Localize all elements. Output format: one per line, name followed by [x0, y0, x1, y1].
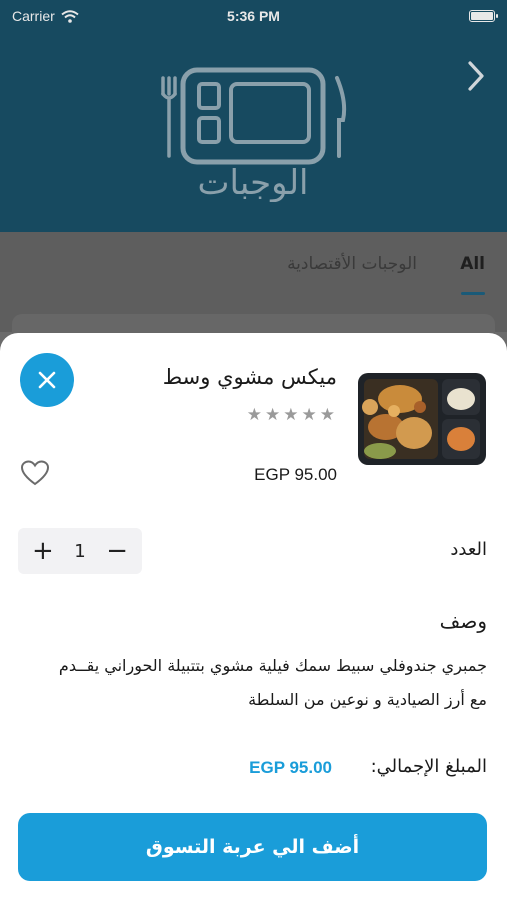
quantity-stepper: + 1 − — [18, 528, 142, 574]
description-text: جمبري جندوفلي سبيط سمك فيلية مشوي بتتبيل… — [58, 656, 487, 709]
favorite-button[interactable] — [20, 459, 50, 487]
product-title: ميكس مشوي وسط — [162, 365, 337, 389]
logo-text: الوجبات — [197, 163, 308, 202]
meals-logo-icon: الوجبات — [161, 67, 347, 202]
product-sheet: ميكس مشوي وسط ★ ★ ★ ★ ★ EGP 95.00 + 1 − … — [0, 333, 507, 900]
active-tab-indicator — [461, 292, 485, 295]
star-icon[interactable]: ★ — [247, 407, 262, 424]
quantity-label: العدد — [450, 539, 487, 560]
battery-icon — [469, 10, 498, 22]
close-icon — [38, 371, 56, 389]
decrease-quantity-button[interactable]: − — [106, 538, 128, 564]
wifi-icon — [61, 9, 79, 23]
back-button[interactable] — [463, 58, 489, 94]
heart-icon — [20, 460, 50, 486]
meals-header: الوجبات — [0, 0, 507, 232]
star-icon[interactable]: ★ — [283, 407, 298, 424]
category-tabs: All الوجبات الأقتصادية — [0, 232, 507, 354]
chevron-right-icon — [468, 61, 484, 91]
rating-stars[interactable]: ★ ★ ★ ★ ★ — [247, 407, 335, 424]
total-label: المبلغ الإجمالي: — [370, 756, 487, 777]
close-button[interactable] — [20, 353, 74, 407]
total-value: EGP 95.00 — [249, 758, 332, 777]
quantity-value: 1 — [74, 540, 86, 562]
increase-quantity-button[interactable]: + — [32, 538, 54, 564]
description-title: وصف — [439, 609, 487, 633]
status-bar: Carrier 5:36 PM — [0, 0, 507, 32]
star-icon[interactable]: ★ — [265, 407, 280, 424]
star-icon[interactable]: ★ — [320, 407, 335, 424]
product-price: EGP 95.00 — [254, 465, 337, 484]
tab-economy-meals[interactable]: الوجبات الأقتصادية — [287, 254, 417, 274]
tab-all[interactable]: All — [460, 254, 485, 274]
product-image — [358, 373, 486, 465]
add-to-cart-button[interactable]: أضف الي عربة التسوق — [18, 813, 487, 881]
carrier-label: Carrier — [12, 8, 55, 24]
star-icon[interactable]: ★ — [302, 407, 317, 424]
